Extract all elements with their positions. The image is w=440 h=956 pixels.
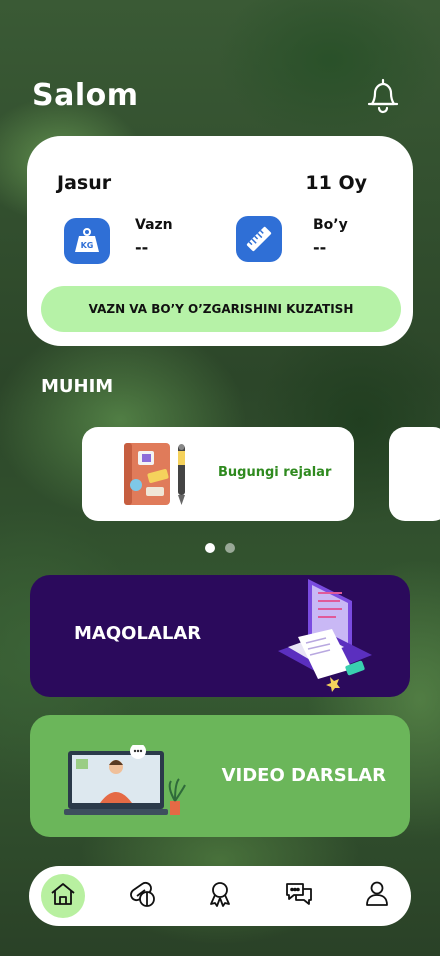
video-lessons-card[interactable]: VIDEO DARSLAR bbox=[30, 715, 410, 837]
pagination-dot[interactable] bbox=[225, 543, 235, 553]
nav-chat[interactable] bbox=[277, 874, 321, 918]
planner-notebook-icon bbox=[120, 441, 194, 507]
greeting-title: Salom bbox=[32, 78, 139, 113]
articles-label: MAQOLALAR bbox=[74, 623, 202, 644]
bottom-navigation bbox=[29, 866, 411, 926]
weight-label: Vazn bbox=[135, 217, 173, 233]
nav-medicine[interactable] bbox=[120, 874, 164, 918]
nav-profile[interactable] bbox=[355, 874, 399, 918]
child-age: 11 Oy bbox=[305, 172, 367, 194]
important-card-next[interactable] bbox=[389, 427, 440, 521]
weight-value: -- bbox=[135, 238, 149, 257]
nav-home[interactable] bbox=[41, 874, 85, 918]
important-section-title: MUHIM bbox=[41, 376, 114, 397]
video-lesson-icon bbox=[64, 743, 190, 821]
child-name: Jasur bbox=[57, 172, 112, 194]
pills-icon bbox=[127, 880, 157, 912]
height-value: -- bbox=[313, 238, 327, 257]
ruler-icon bbox=[236, 216, 282, 262]
award-icon bbox=[207, 880, 233, 912]
important-card-plans[interactable]: Bugungi rejalar bbox=[82, 427, 354, 521]
nav-achievements[interactable] bbox=[198, 874, 242, 918]
chat-icon bbox=[284, 880, 314, 912]
articles-card[interactable]: MAQOLALAR bbox=[30, 575, 410, 697]
video-lessons-label: VIDEO DARSLAR bbox=[221, 765, 386, 786]
bell-icon[interactable] bbox=[364, 76, 402, 116]
user-icon bbox=[364, 880, 390, 912]
child-profile-card: Jasur 11 Oy KG Vazn -- Bo’y -- VAZN VA B… bbox=[27, 136, 413, 346]
weight-kg-icon: KG bbox=[64, 218, 110, 264]
home-icon bbox=[49, 880, 77, 912]
laptop-documents-icon bbox=[258, 577, 378, 693]
plans-label: Bugungi rejalar bbox=[218, 465, 332, 480]
pagination-dot-active[interactable] bbox=[205, 543, 215, 553]
height-label: Bo’y bbox=[313, 217, 348, 233]
svg-text:KG: KG bbox=[81, 241, 94, 250]
track-growth-button[interactable]: VAZN VA BO’Y O’ZGARISHINI KUZATISH bbox=[41, 286, 401, 332]
